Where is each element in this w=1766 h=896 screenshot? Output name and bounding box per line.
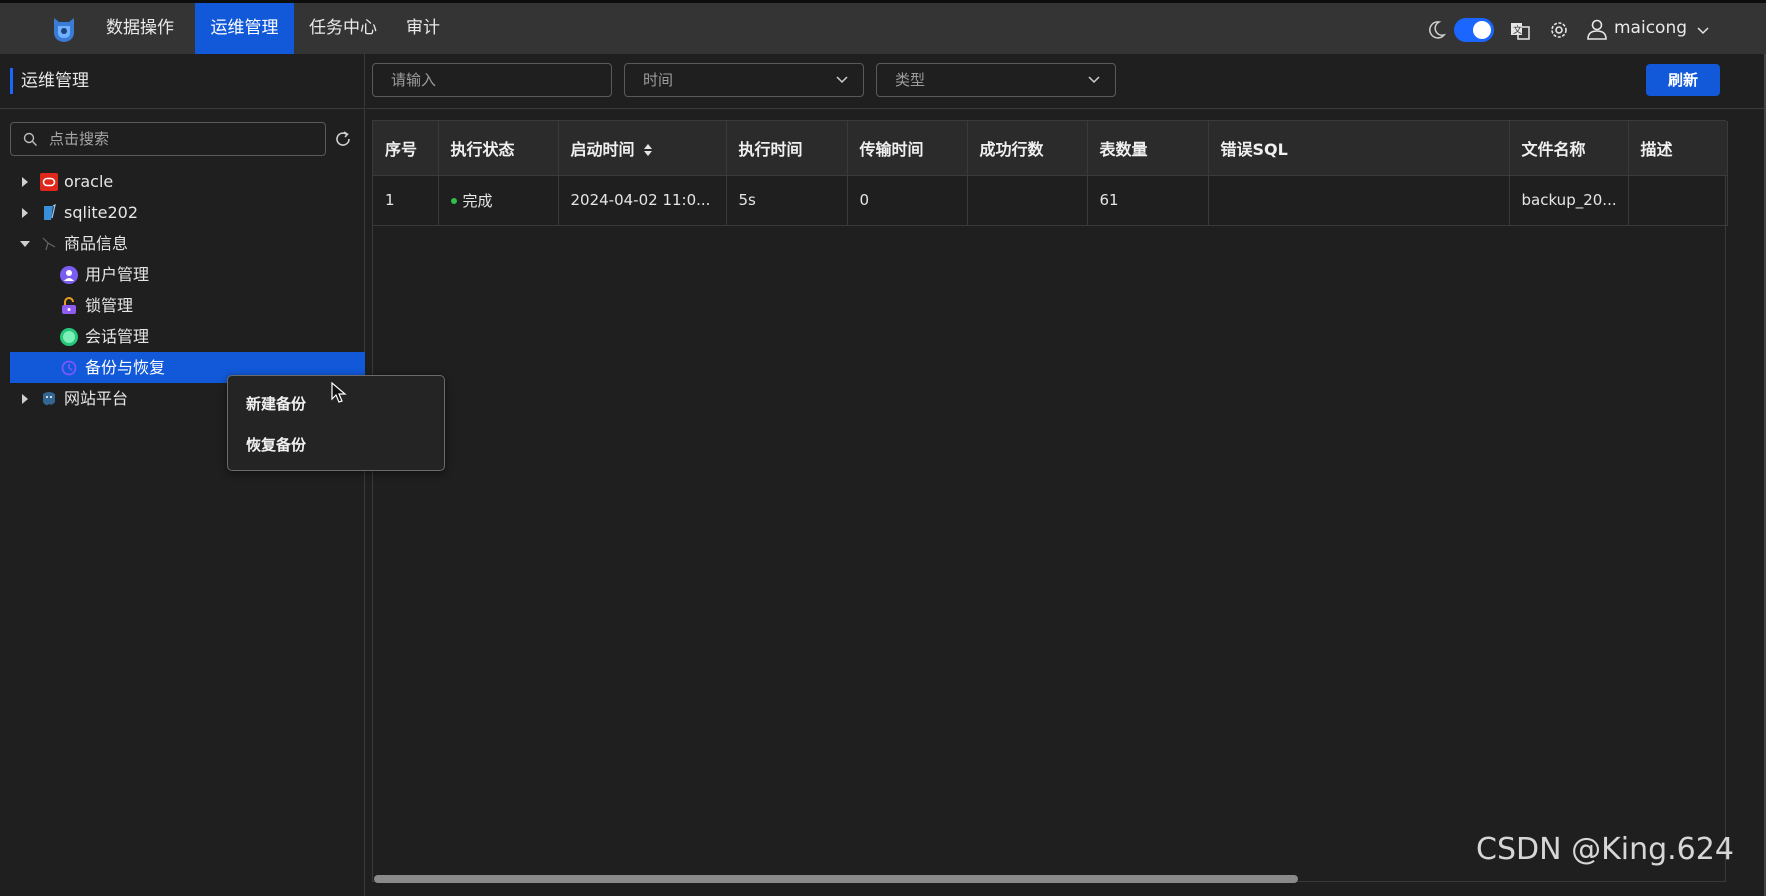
expand-caret-icon[interactable] [22, 208, 28, 218]
expand-caret-icon[interactable] [22, 394, 28, 404]
cell-transfer-time: 0 [847, 175, 968, 226]
tree-search-input[interactable] [47, 123, 317, 155]
database-icon [42, 237, 56, 251]
collapse-caret-icon[interactable] [20, 241, 30, 247]
nav-audit[interactable]: 审计 [398, 3, 448, 54]
cell-description [1628, 175, 1728, 226]
tree-node-session-management[interactable]: 会话管理 [10, 321, 365, 352]
cell-status: 完成 [438, 175, 559, 226]
sidebar: 运维管理 oracle sqlite202 商品信息 [0, 54, 365, 896]
sqlite-icon [44, 204, 56, 220]
tree-node-oracle[interactable]: oracle [10, 166, 365, 197]
table-horizontal-scrollbar[interactable] [372, 873, 1726, 883]
table-header-row: 序号 执行状态 启动时间 执行时间 传输时间 成功行数 表数量 错误SQL 文件… [373, 121, 1728, 176]
search-icon [23, 132, 37, 146]
cell-file-name: backup_20... [1509, 175, 1629, 226]
oracle-icon [40, 173, 58, 191]
col-header-exec-time: 执行时间 [726, 121, 848, 176]
sidebar-title: 运维管理 [21, 71, 89, 91]
col-header-index: 序号 [373, 121, 439, 176]
type-select[interactable]: 类型 [876, 63, 1116, 97]
dark-mode-toggle[interactable] [1454, 18, 1494, 42]
cell-error-sql [1208, 175, 1510, 226]
backup-history-table: 序号 执行状态 启动时间 执行时间 传输时间 成功行数 表数量 错误SQL 文件… [372, 120, 1728, 882]
tree-node-label: 商品信息 [64, 234, 129, 253]
cell-start-time: 2024-04-02 11:0... [558, 175, 727, 226]
expand-caret-icon[interactable] [22, 177, 28, 187]
col-header-status: 执行状态 [438, 121, 559, 176]
cell-status-label: 完成 [462, 191, 493, 210]
col-header-table-count: 表数量 [1087, 121, 1209, 176]
tree-node-user-management[interactable]: 用户管理 [10, 259, 365, 290]
user-name[interactable]: maicong [1614, 3, 1687, 54]
settings-gear-icon[interactable] [1548, 19, 1570, 41]
tree-node-lock-management[interactable]: 锁管理 [10, 290, 365, 321]
refresh-tree-icon[interactable] [334, 130, 352, 148]
tree-node-label: 会话管理 [85, 327, 150, 346]
tree-node-label: sqlite202 [64, 203, 139, 222]
chevron-down-icon [836, 76, 848, 84]
sidebar-header: 运维管理 [0, 54, 364, 109]
cell-index: 1 [373, 175, 439, 226]
lock-icon [62, 297, 76, 314]
tree-search-box[interactable] [10, 122, 326, 156]
col-header-success-rows: 成功行数 [967, 121, 1088, 176]
user-icon [1587, 19, 1607, 40]
col-header-file-name: 文件名称 [1509, 121, 1629, 176]
tree-node-product-info[interactable]: 商品信息 [10, 228, 365, 259]
cell-table-count: 61 [1087, 175, 1209, 226]
context-menu-restore-backup[interactable]: 恢复备份 [246, 434, 306, 455]
top-navigation-bar: 数据操作 运维管理 任务中心 审计 文 maicong [0, 0, 1766, 54]
col-header-start-time[interactable]: 启动时间 [558, 121, 727, 176]
svg-text:文: 文 [1513, 24, 1522, 36]
tree-node-sqlite202[interactable]: sqlite202 [10, 197, 365, 228]
sort-icon[interactable] [643, 143, 653, 157]
type-select-placeholder: 类型 [895, 71, 926, 89]
col-header-start-time-label: 启动时间 [570, 139, 635, 159]
tree-node-label: 用户管理 [85, 265, 150, 284]
keyword-filter[interactable] [372, 63, 612, 97]
sidebar-title-accent [10, 68, 13, 94]
context-menu-new-backup[interactable]: 新建备份 [246, 393, 306, 414]
cell-exec-time: 5s [726, 175, 848, 226]
refresh-button[interactable]: 刷新 [1646, 64, 1720, 96]
filter-bar: 时间 类型 刷新 [366, 54, 1766, 109]
session-icon [60, 328, 78, 346]
keyword-input[interactable] [373, 64, 611, 96]
chevron-down-icon [1088, 76, 1100, 84]
nav-ops-management[interactable]: 运维管理 [195, 3, 294, 54]
nav-data-operations[interactable]: 数据操作 [97, 3, 183, 54]
tree-node-label: 锁管理 [85, 296, 134, 315]
toggle-knob [1473, 21, 1491, 39]
time-select[interactable]: 时间 [624, 63, 864, 97]
watermark: CSDN @King.624 [1476, 832, 1734, 867]
nav-task-center[interactable]: 任务中心 [300, 3, 386, 54]
moon-icon [1429, 21, 1446, 39]
language-icon[interactable]: 文 [1510, 20, 1530, 40]
backup-icon [61, 360, 77, 376]
cell-success-rows [967, 175, 1088, 226]
tree-node-label: 网站平台 [64, 389, 129, 408]
col-header-transfer-time: 传输时间 [847, 121, 968, 176]
table-row[interactable]: 1 完成 2024-04-02 11:0... 5s 0 61 backup_2… [373, 175, 1728, 226]
tree-node-label: oracle [64, 172, 114, 191]
app-logo-icon [54, 18, 74, 42]
col-header-description: 描述 [1628, 121, 1728, 176]
mouse-cursor-icon [331, 382, 347, 403]
scrollbar-thumb[interactable] [374, 875, 1298, 883]
user-management-icon [60, 266, 78, 284]
user-menu-chevron-down-icon[interactable] [1697, 27, 1709, 35]
tree-node-label: 备份与恢复 [85, 358, 166, 377]
time-select-placeholder: 时间 [643, 71, 674, 89]
status-dot-icon [450, 198, 457, 204]
col-header-error-sql: 错误SQL [1208, 121, 1510, 176]
postgres-icon [43, 392, 55, 406]
